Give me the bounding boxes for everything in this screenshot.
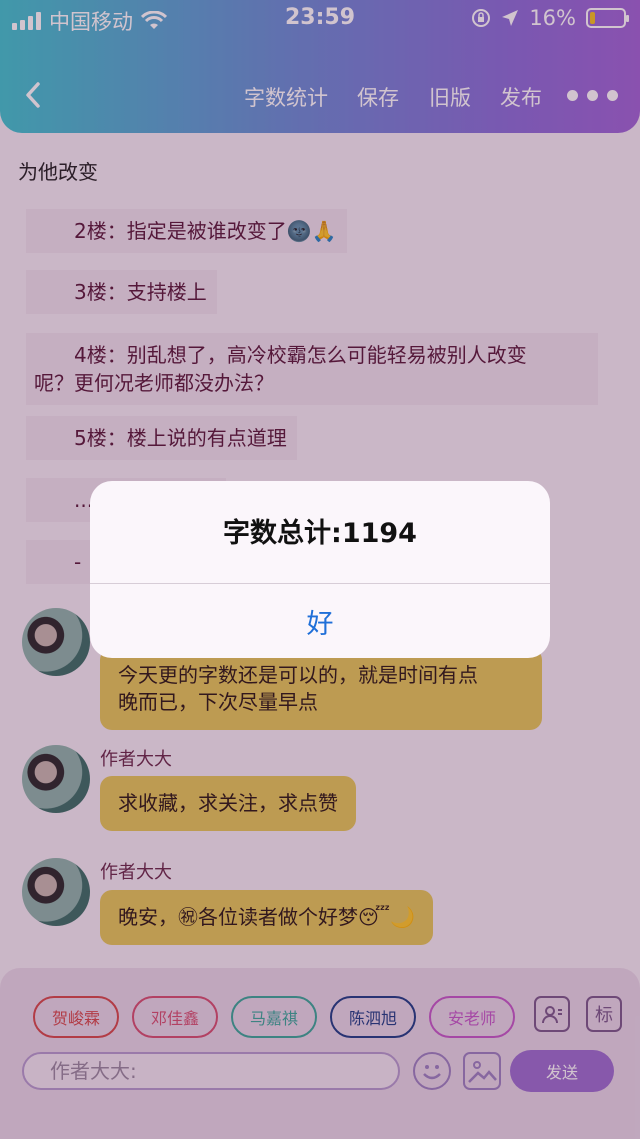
ok-button[interactable]: 好 bbox=[90, 584, 550, 658]
alert-title: 字数总计:1194 bbox=[223, 518, 417, 549]
word-count-alert: 字数总计:1194 好 bbox=[90, 481, 550, 658]
